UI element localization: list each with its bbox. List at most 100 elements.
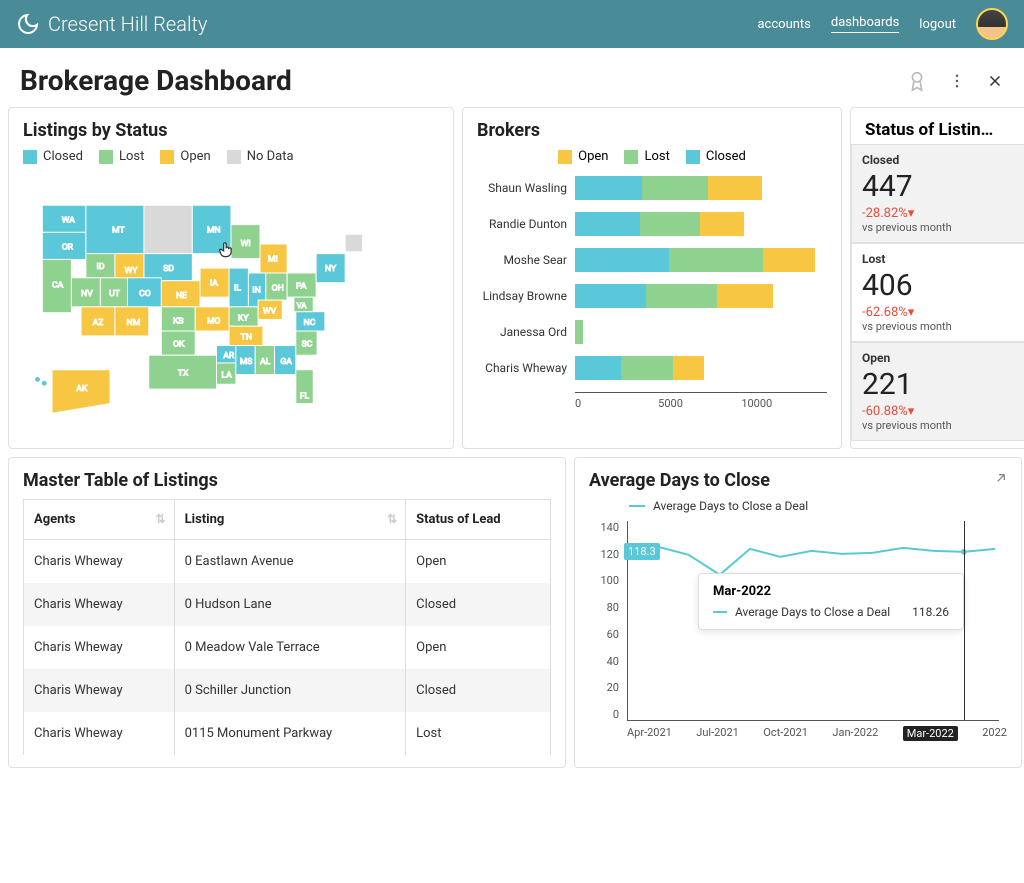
table-cell: Charis Wheway [24,583,175,626]
broker-name: Shaun Wasling [477,181,575,195]
us-map[interactable]: WA OR MT ID MN SD WI WY CA NV UT CO NE I… [23,172,439,432]
table-row[interactable]: Charis Wheway0 Meadow Vale TerraceOpen [24,626,551,669]
table-cell: Charis Wheway [24,712,175,755]
stat-sub: vs previous month [862,419,1018,432]
status-card[interactable]: Open 221 -60.88%▾ vs previous month [851,342,1024,441]
table-row[interactable]: Charis Wheway0 Eastlawn AvenueOpen [24,540,551,584]
award-icon[interactable] [906,70,928,92]
broker-row[interactable]: Randie Dunton [477,212,827,236]
sort-icon[interactable]: ⇅ [156,512,166,526]
table-cell: Charis Wheway [24,669,175,712]
stat-delta: -60.88%▾ [862,404,1018,419]
broker-bar [575,320,583,344]
broker-row[interactable]: Lindsay Browne [477,284,827,308]
table-cell: Open [406,626,551,669]
svg-text:MN: MN [207,225,221,235]
broker-name: Randie Dunton [477,217,575,231]
broker-bar [575,284,773,308]
table-row[interactable]: Charis Wheway0 Schiller JunctionClosed [24,669,551,712]
broker-row[interactable]: Shaun Wasling [477,176,827,200]
broker-name: Janessa Ord [477,325,575,339]
svg-text:CA: CA [52,280,64,290]
top-nav: accounts dashboards logout [757,8,1008,40]
card-title: Average Days to Close [589,470,1007,491]
table-cell: 0 Meadow Vale Terrace [174,626,406,669]
svg-text:NV: NV [81,289,93,299]
svg-text:NY: NY [325,264,337,274]
line-chart[interactable]: 140120100806040200 118.3 Mar-2022 Averag… [619,521,1007,741]
brand-name: Cresent Hill Realty [48,12,207,36]
svg-text:LA: LA [221,370,232,380]
table-cell: Closed [406,669,551,712]
line-legend: Average Days to Close a Deal [629,499,1007,513]
nav-dashboards[interactable]: dashboards [831,15,899,33]
table-row[interactable]: Charis Wheway0 Hudson LaneClosed [24,583,551,626]
sort-icon[interactable]: ⇅ [387,512,397,526]
svg-text:NH: NH [366,249,377,258]
map-legend: Closed Lost Open No Data [23,149,439,164]
svg-text:AL: AL [260,357,271,367]
svg-text:AR: AR [223,351,235,361]
nav-accounts[interactable]: accounts [757,17,810,32]
kebab-icon[interactable] [948,72,966,90]
series-label: Average Days to Close a Deal [653,499,808,513]
svg-text:NJ: NJ [352,287,362,296]
svg-text:MA: MA [366,261,378,270]
brokers-x-axis: 0 5000 10000 [575,392,827,410]
legend-open: Open [578,149,608,164]
svg-text:TX: TX [178,369,189,379]
svg-text:NE: NE [176,291,187,301]
x-tick-highlight: Mar-2022 [903,726,958,741]
col-status[interactable]: Status of Lead [406,500,551,540]
y-axis: 140120100806040200 [591,521,619,721]
svg-text:CT: CT [366,274,376,283]
tooltip-title: Mar-2022 [713,584,949,599]
svg-text:GA: GA [280,357,292,367]
table-cell: 0 Eastlawn Avenue [174,540,406,584]
table-cell: 0 Hudson Lane [174,583,406,626]
svg-text:IL: IL [234,283,241,293]
broker-bar [575,248,815,272]
svg-text:OH: OH [272,283,284,293]
close-icon[interactable] [986,72,1004,90]
avatar[interactable] [976,8,1008,40]
card-title: Status of Listin… [851,108,1024,144]
table-cell: Lost [406,712,551,755]
svg-text:TN: TN [241,333,252,343]
table-cell: Closed [406,583,551,626]
title-bar: Brokerage Dashboard [0,48,1024,107]
broker-bar [575,176,762,200]
legend-closed: Closed [706,149,746,164]
table-cell: Open [406,540,551,584]
table-cell: 0 Schiller Junction [174,669,406,712]
status-card[interactable]: Closed 447 -28.82%▾ vs previous month [851,144,1024,243]
svg-text:ID: ID [97,262,105,272]
x-axis: Apr-2021 Jul-2021 Oct-2021 Jan-2022 Mar-… [627,726,1007,741]
svg-text:VA: VA [297,301,307,310]
status-card[interactable]: Lost 406 -62.68%▾ vs previous month [851,243,1024,342]
col-listing[interactable]: Listing⇅ [174,500,406,540]
broker-row[interactable]: Janessa Ord [477,320,827,344]
svg-text:CO: CO [139,289,151,299]
broker-row[interactable]: Moshe Sear [477,248,827,272]
nav-logout[interactable]: logout [919,17,956,32]
tooltip-label: Average Days to Close a Deal [735,605,890,619]
stat-value: 447 [862,169,1018,204]
expand-icon[interactable] [993,470,1009,490]
table-cell: Charis Wheway [24,626,175,669]
legend-lost: Lost [119,149,144,164]
title-actions [906,70,1004,92]
table-row[interactable]: Charis Wheway0115 Monument ParkwayLost [24,712,551,755]
col-agents[interactable]: Agents⇅ [24,500,175,540]
card-listings-by-status: Listings by Status Closed Lost Open No D… [8,107,454,449]
brokers-chart: Shaun Wasling Randie Dunton Moshe Sear L… [477,176,827,380]
brand-logo: Cresent Hill Realty [16,12,207,36]
card-title: Brokers [477,120,827,141]
legend-closed: Closed [43,149,83,164]
svg-text:MD: MD [325,300,337,309]
stat-value: 406 [862,268,1018,303]
broker-row[interactable]: Charis Wheway [477,356,827,380]
stat-label: Lost [862,252,1018,266]
svg-text:OR: OR [62,243,74,253]
svg-text:WV: WV [263,307,277,317]
